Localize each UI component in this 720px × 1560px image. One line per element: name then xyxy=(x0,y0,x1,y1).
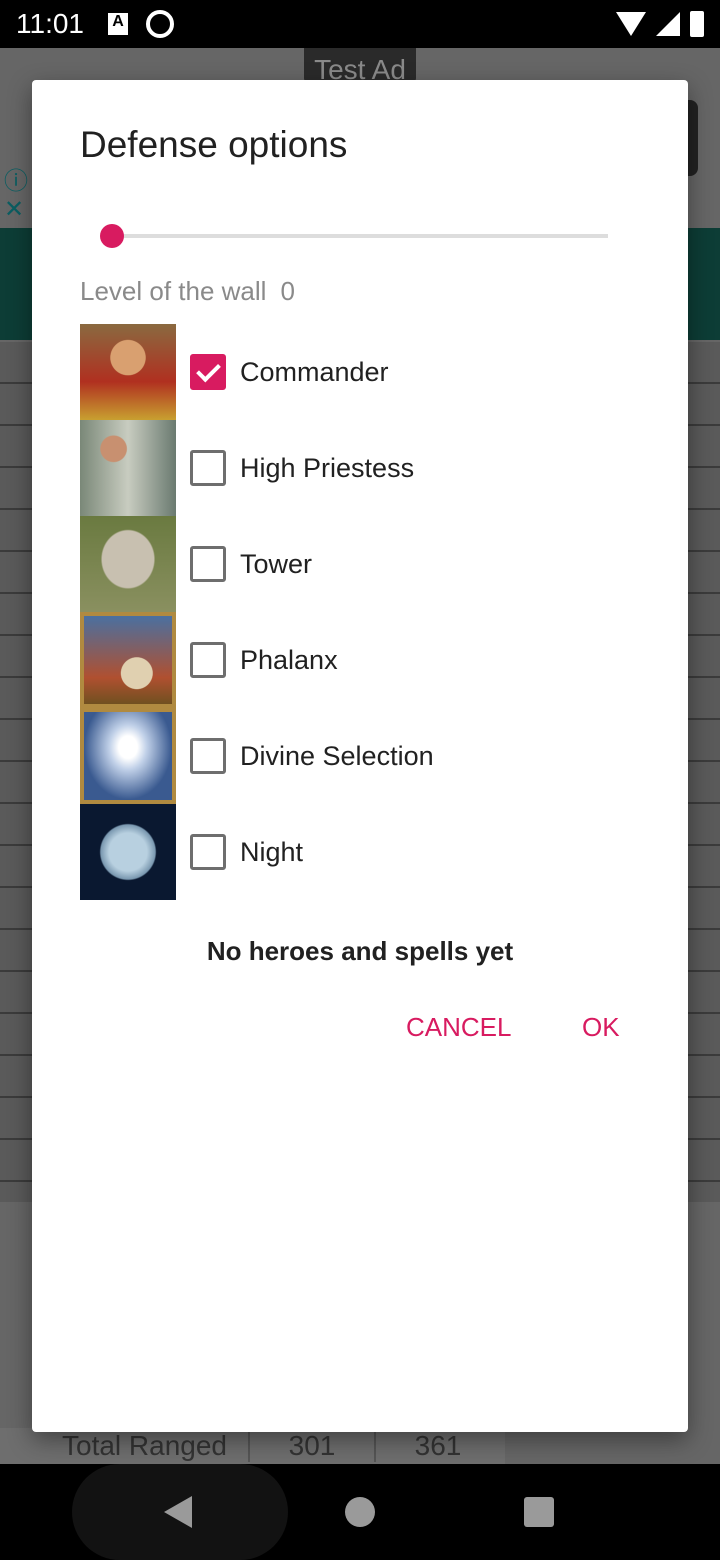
option-tower[interactable]: Tower xyxy=(80,516,434,612)
background-table-right xyxy=(688,342,720,1202)
background-table-left xyxy=(0,342,32,1202)
test-ad-label: Test Ad xyxy=(304,48,416,85)
signal-icon xyxy=(656,12,680,36)
option-label: Tower xyxy=(240,548,313,579)
wall-level-value: 0 xyxy=(280,276,295,306)
checkbox-divine-selection[interactable] xyxy=(190,738,226,774)
phalanx-image xyxy=(80,612,176,708)
slider-track[interactable] xyxy=(112,234,608,238)
tower-image xyxy=(80,516,176,612)
option-label: Divine Selection xyxy=(240,740,434,771)
option-divine-selection[interactable]: Divine Selection xyxy=(80,708,434,804)
night-moon-image xyxy=(80,804,176,900)
checkbox-tower[interactable] xyxy=(190,546,226,582)
table-row: Total Ranged 301 361 xyxy=(0,1428,505,1464)
home-icon[interactable] xyxy=(345,1497,375,1527)
option-label: Commander xyxy=(240,356,389,387)
row-label: Total Ranged xyxy=(62,1430,228,1461)
checkbox-night[interactable] xyxy=(190,834,226,870)
option-label: Phalanx xyxy=(240,644,338,675)
cancel-button[interactable]: CANCEL xyxy=(406,1012,511,1043)
a-notification-icon: A xyxy=(108,13,128,35)
no-heroes-note: No heroes and spells yet xyxy=(206,936,514,966)
clock: 11:01 xyxy=(16,8,84,39)
option-label: High Priestess xyxy=(240,452,415,483)
slider-thumb[interactable] xyxy=(100,224,124,248)
option-night[interactable]: Night xyxy=(80,804,434,900)
row-value: 361 xyxy=(374,1430,500,1462)
wall-label-text: Level of the wall xyxy=(80,276,267,306)
option-commander[interactable]: Commander xyxy=(80,324,434,420)
high-priestess-image xyxy=(80,420,176,516)
wall-level-slider[interactable] xyxy=(100,222,608,250)
defense-options-dialog: Defense options Level of the wall 0 Comma… xyxy=(32,80,688,1432)
option-label: Night xyxy=(240,836,304,867)
divine-selection-image xyxy=(80,708,176,804)
row-value: 301 xyxy=(248,1430,374,1462)
back-icon[interactable] xyxy=(164,1496,192,1528)
wifi-icon xyxy=(616,12,646,36)
option-phalanx[interactable]: Phalanx xyxy=(80,612,434,708)
recents-icon[interactable] xyxy=(524,1497,554,1527)
option-list: Commander High Priestess Tower Phalanx D… xyxy=(80,324,434,900)
q-notification-icon xyxy=(146,10,174,38)
ok-button[interactable]: OK xyxy=(582,1012,620,1043)
checkbox-high-priestess[interactable] xyxy=(190,450,226,486)
commander-image xyxy=(80,324,176,420)
wall-level-label: Level of the wall 0 xyxy=(80,276,295,307)
option-high-priestess[interactable]: High Priestess xyxy=(80,420,434,516)
checkbox-phalanx[interactable] xyxy=(190,642,226,678)
status-bar: 11:01 A xyxy=(0,0,720,48)
ad-info-icon[interactable]: ⓘ ✕ xyxy=(4,168,28,224)
dialog-title: Defense options xyxy=(80,124,348,165)
navigation-bar xyxy=(0,1464,720,1560)
checkbox-commander[interactable] xyxy=(190,354,226,390)
battery-icon xyxy=(690,11,704,37)
